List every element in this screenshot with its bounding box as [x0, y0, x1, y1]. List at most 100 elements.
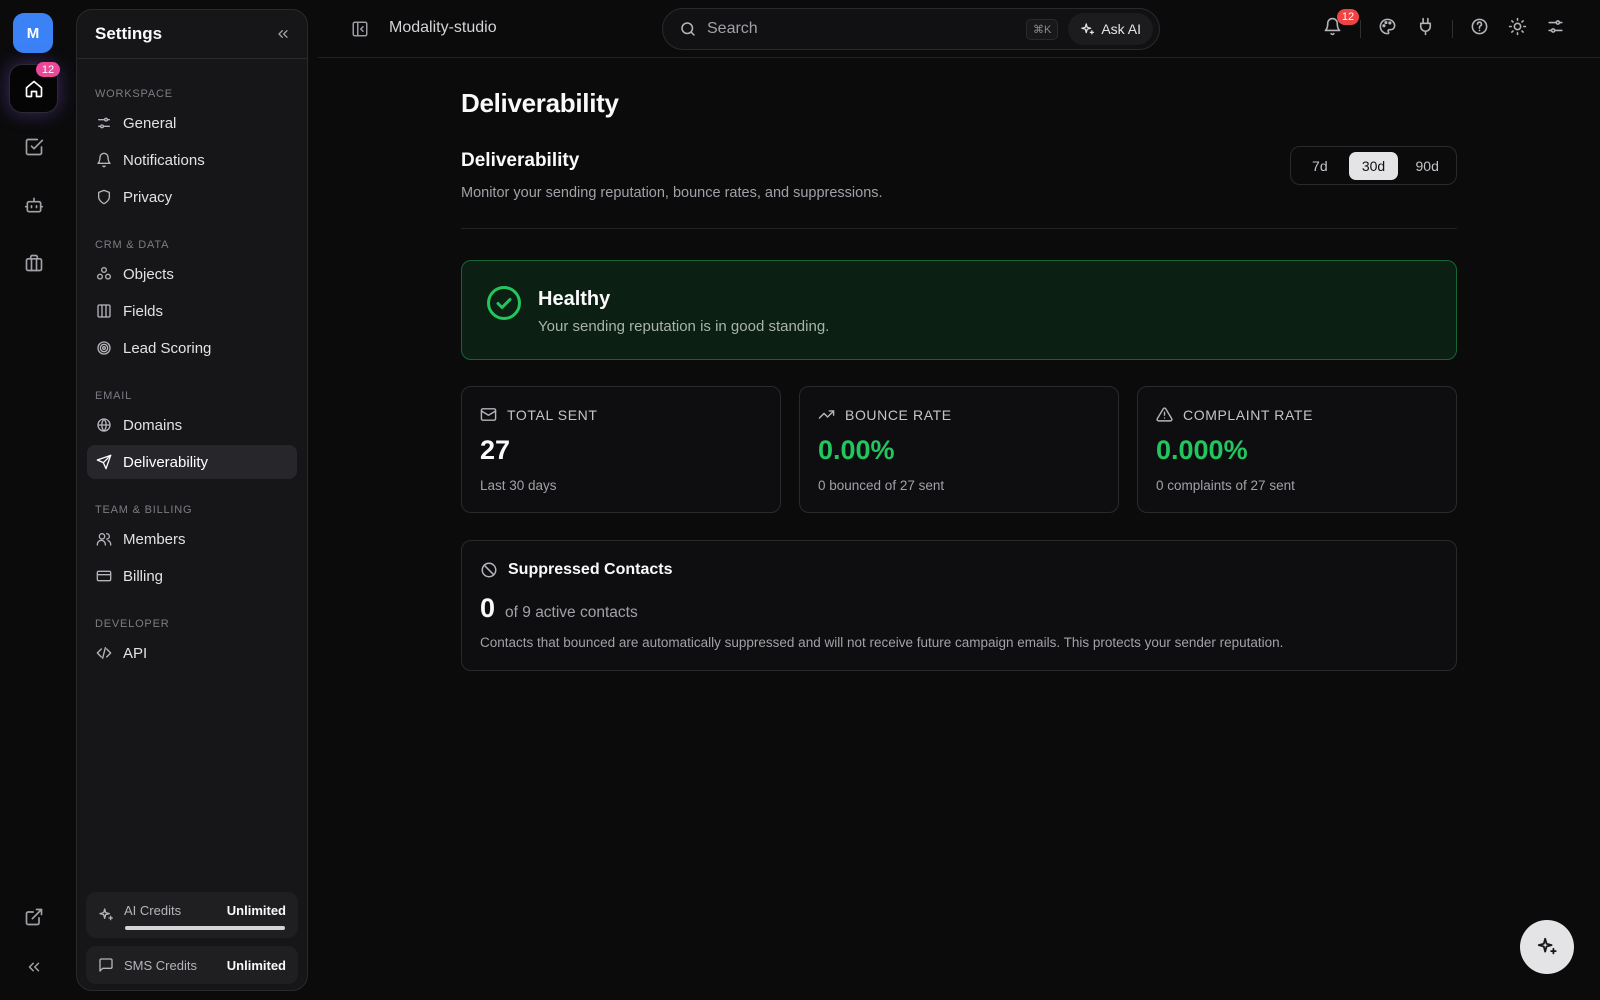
help-circle-icon [1470, 17, 1489, 36]
nav-item-label: Billing [123, 567, 164, 585]
nav-item-domains[interactable]: Domains [87, 408, 297, 442]
search-placeholder[interactable]: Search [707, 20, 1016, 38]
ai-assistant-button[interactable] [1520, 920, 1574, 974]
stat-value: 0.00% [818, 435, 895, 465]
sliders-icon [96, 115, 112, 131]
section-label-crm: CRM & DATA [95, 239, 170, 251]
section-label-developer: DEVELOPER [95, 618, 170, 630]
home-icon [24, 79, 44, 99]
sun-icon [1508, 17, 1527, 36]
ai-credits: AI Credits Unlimited [86, 892, 298, 938]
nav-item-label: Privacy [123, 188, 173, 206]
settings-nav: WORKSPACE General Notifications Privacy … [77, 88, 307, 670]
trending-up-icon [818, 406, 835, 423]
notifications-button[interactable]: 12 [1323, 9, 1359, 36]
suppressed-count: 0 [480, 593, 496, 623]
avatar[interactable]: M [13, 13, 53, 53]
stat-label: BOUNCE RATE [845, 406, 952, 423]
section-label-workspace: WORKSPACE [95, 88, 173, 100]
workspace-name[interactable]: Modality-studio [389, 19, 497, 37]
suppressed-header: Suppressed Contacts [480, 561, 672, 579]
code-icon [96, 645, 112, 661]
section-label-team-billing: TEAM & BILLING [95, 504, 193, 516]
range-option-90d[interactable]: 90d [1402, 152, 1452, 180]
divider [1360, 20, 1361, 38]
rail-home-button[interactable]: 12 [10, 62, 60, 112]
search-shortcut: ⌘K [1025, 18, 1059, 40]
notification-badge: 12 [36, 62, 60, 77]
sparkles-icon [1536, 936, 1558, 958]
notification-count-badge: 12 [1337, 9, 1359, 25]
message-square-icon [98, 957, 114, 973]
sparkles-icon [1080, 22, 1095, 37]
nav-item-deliverability[interactable]: Deliverability [87, 445, 297, 479]
rail-tasks-button[interactable] [10, 123, 57, 170]
help-button[interactable] [1470, 17, 1489, 36]
suppressed-count-row: 0 of 9 active contacts [480, 593, 638, 624]
briefcase-icon [24, 253, 44, 273]
nav-item-label: API [123, 644, 148, 662]
health-status-card: Healthy Your sending reputation is in go… [461, 260, 1457, 360]
nav-item-fields[interactable]: Fields [87, 294, 297, 328]
nav-item-objects[interactable]: Objects [87, 257, 297, 291]
rail-bot-button[interactable] [10, 181, 57, 228]
sms-credits-label: SMS Credits [124, 957, 197, 973]
stat-header: COMPLAINT RATE [1156, 406, 1313, 423]
alert-triangle-icon [1156, 406, 1173, 423]
theme-toggle-button[interactable] [1508, 17, 1527, 36]
rail-collapse-button[interactable] [10, 943, 57, 990]
integrations-button[interactable] [1416, 17, 1435, 36]
sparkles-icon [98, 907, 114, 923]
time-range-selector: 7d 30d 90d [1290, 146, 1457, 185]
nav-item-members[interactable]: Members [87, 522, 297, 556]
chevrons-left-icon [25, 958, 43, 976]
ai-credits-label: AI Credits [124, 902, 182, 918]
sms-credits-value: Unlimited [226, 957, 286, 973]
nav-item-api[interactable]: API [87, 636, 297, 670]
settings-title: Settings [95, 24, 163, 43]
nav-item-general[interactable]: General [87, 106, 297, 140]
search-icon [679, 20, 697, 38]
section-divider [461, 228, 1457, 229]
toggle-sidebar-button[interactable] [351, 20, 369, 38]
bot-icon [24, 195, 44, 215]
stat-value: 0.000% [1156, 435, 1248, 465]
range-option-30d[interactable]: 30d [1348, 151, 1399, 180]
target-icon [96, 340, 112, 356]
nav-item-label: Deliverability [123, 453, 209, 471]
search-bar[interactable]: Search ⌘K Ask AI [662, 8, 1160, 50]
rail-briefcase-button[interactable] [10, 239, 57, 286]
preferences-button[interactable] [1546, 17, 1565, 36]
collapse-settings-button[interactable] [275, 26, 291, 42]
ai-credits-bar [125, 926, 285, 930]
nav-item-notifications[interactable]: Notifications [87, 143, 297, 177]
nav-item-billing[interactable]: Billing [87, 559, 297, 593]
top-bar: Modality-studio Search ⌘K Ask AI 12 [318, 0, 1600, 58]
stat-card-total-sent: TOTAL SENT 27 Last 30 days [461, 386, 781, 513]
stat-subtext: 0 complaints of 27 sent [1156, 478, 1295, 493]
nav-item-privacy[interactable]: Privacy [87, 180, 297, 214]
shield-icon [96, 189, 112, 205]
boxes-icon [96, 266, 112, 282]
range-option-7d[interactable]: 7d [1295, 152, 1345, 180]
rail-external-link-button[interactable] [10, 893, 57, 940]
nav-item-lead-scoring[interactable]: Lead Scoring [87, 331, 297, 365]
stat-header: BOUNCE RATE [818, 406, 952, 423]
panel-left-icon [351, 20, 369, 38]
sms-credits: SMS Credits Unlimited [86, 946, 298, 984]
stat-card-bounce-rate: BOUNCE RATE 0.00% 0 bounced of 27 sent [799, 386, 1119, 513]
stat-label: COMPLAINT RATE [1183, 406, 1314, 423]
divider [1452, 20, 1453, 38]
chevrons-left-icon [275, 26, 291, 42]
section-label-email: EMAIL [95, 390, 133, 402]
sliders-icon [1546, 17, 1565, 36]
checkbox-icon [24, 137, 44, 157]
suppressed-description: Contacts that bounced are automatically … [480, 635, 1284, 650]
section-description: Monitor your sending reputation, bounce … [461, 185, 883, 201]
nav-item-label: Domains [123, 416, 183, 434]
suppressed-of-text: of 9 active contacts [505, 604, 638, 621]
settings-header: Settings [77, 10, 307, 59]
ask-ai-button[interactable]: Ask AI [1068, 13, 1153, 45]
theme-palette-button[interactable] [1378, 17, 1397, 36]
credit-card-icon [96, 568, 112, 584]
